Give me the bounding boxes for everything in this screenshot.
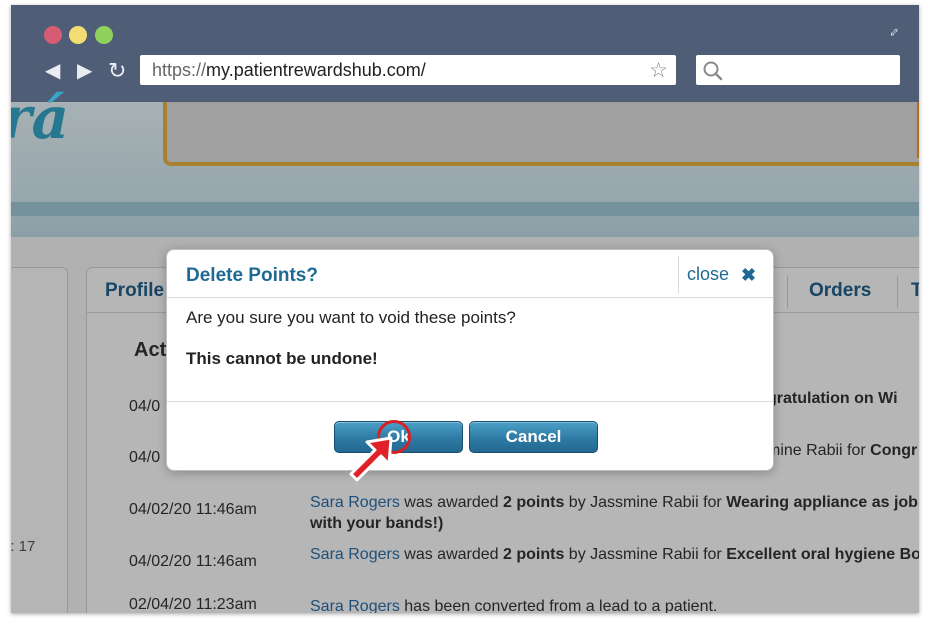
- dialog-message: Are you sure you want to void these poin…: [186, 308, 516, 327]
- forward-icon[interactable]: ▶: [77, 61, 92, 81]
- dialog-header: Delete Points? close ✖: [167, 250, 773, 298]
- browser-window: ⇔ ◀ ▶ ↻ https://my.patientrewardshub.com…: [11, 5, 919, 613]
- back-icon[interactable]: ◀: [45, 61, 60, 81]
- url-host: my.patientrewardshub.com/: [206, 60, 426, 80]
- pointer-arrow-icon: [349, 436, 393, 482]
- address-bar[interactable]: https://my.patientrewardshub.com/ ☆: [140, 55, 676, 85]
- browser-toolbar: ⇔ ◀ ▶ ↻ https://my.patientrewardshub.com…: [11, 5, 919, 102]
- close-icon: ✖: [741, 265, 757, 285]
- dialog-warning: This cannot be undone!: [186, 349, 378, 368]
- url-protocol: https://: [152, 60, 207, 80]
- expand-icon[interactable]: ⇔: [882, 20, 905, 43]
- dialog-close-button[interactable]: close ✖: [678, 256, 773, 294]
- maximize-window-dot[interactable]: [95, 26, 113, 44]
- cancel-button[interactable]: Cancel: [469, 421, 598, 453]
- close-label: close: [687, 264, 730, 284]
- reload-icon[interactable]: ↻: [108, 60, 126, 82]
- star-icon[interactable]: ☆: [649, 58, 668, 83]
- dialog-title: Delete Points?: [186, 265, 318, 286]
- address-url: https://my.patientrewardshub.com/: [152, 60, 426, 81]
- close-window-dot[interactable]: [44, 26, 62, 44]
- dialog-footer-divider: [167, 401, 773, 402]
- browser-search-box[interactable]: [696, 55, 900, 85]
- search-icon: [703, 61, 723, 81]
- minimize-window-dot[interactable]: [69, 26, 87, 44]
- delete-points-dialog: Delete Points? close ✖ Are you sure you …: [166, 249, 774, 482]
